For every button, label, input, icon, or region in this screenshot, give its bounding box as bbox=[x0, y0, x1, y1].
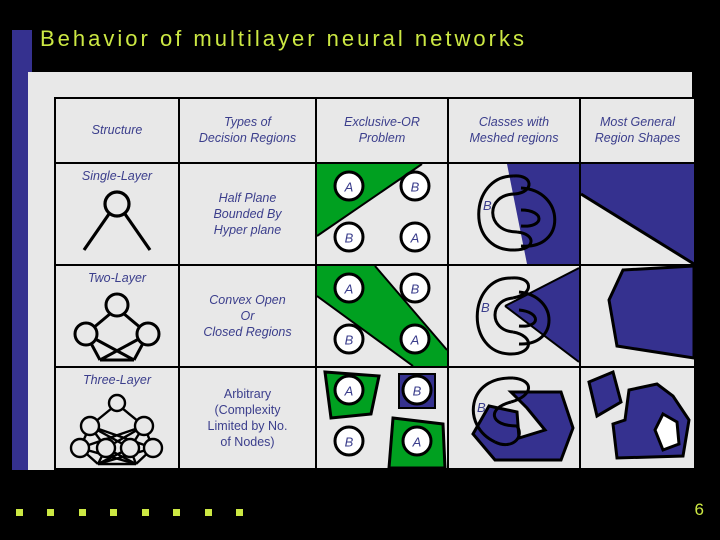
bullet-dot bbox=[141, 509, 149, 516]
meshed-label: B bbox=[481, 300, 490, 315]
cell-xor-three-layer: A B B A bbox=[315, 366, 449, 470]
column-header-meshed-classes: Classes with Meshed regions bbox=[447, 97, 581, 164]
xor-label: B bbox=[345, 231, 354, 246]
cell-general-shapes-two-layer bbox=[579, 264, 696, 368]
cell-decision-regions-single-layer: Half Plane Bounded By Hyper plane bbox=[178, 162, 317, 266]
convex-polygon-region-graphic bbox=[582, 267, 693, 365]
meshed-regions-arbitrary-spiral-graphic: B bbox=[450, 369, 578, 467]
half-plane-diagonal-split-graphic: A B B A bbox=[318, 165, 446, 263]
cell-structure-three-layer: Three-Layer bbox=[54, 366, 180, 470]
cell-xor-single-layer: A B B A bbox=[315, 162, 449, 266]
xor-label: B bbox=[411, 180, 420, 195]
desc-line: (Complexity bbox=[214, 403, 281, 417]
cell-xor-two-layer: A B B A bbox=[315, 264, 449, 368]
xor-label: A bbox=[344, 282, 354, 297]
cell-general-shapes-single-layer bbox=[579, 162, 696, 266]
arbitrary-disjoint-regions-with-hole-graphic bbox=[582, 369, 693, 467]
cell-decision-regions-two-layer: Convex Open Or Closed Regions bbox=[178, 264, 317, 368]
structure-label: Single-Layer bbox=[81, 169, 153, 183]
structure-label: Three-Layer bbox=[82, 373, 152, 387]
single-layer-perceptron-icon bbox=[56, 188, 178, 263]
bullet-dot bbox=[236, 509, 244, 516]
desc-line: Hyper plane bbox=[213, 223, 282, 237]
table-header-row: Structure Types of Decision Regions Excl… bbox=[54, 97, 696, 164]
bullet-dot bbox=[173, 509, 181, 516]
bullet-dot bbox=[110, 509, 118, 516]
desc-line: Bounded By bbox=[213, 207, 282, 221]
bullet-dot bbox=[16, 509, 23, 516]
two-layer-network-icon bbox=[56, 290, 178, 367]
desc-line: Arbitrary bbox=[223, 387, 272, 401]
table-row: Single-Layer Half Plane Bounded By Hyper… bbox=[54, 162, 696, 266]
structure-cell: Two-Layer bbox=[56, 266, 178, 366]
desc-line: of Nodes) bbox=[220, 435, 275, 449]
bullet-dot bbox=[78, 509, 86, 516]
table-row: Two-Layer Convex Open Or Closed Regions … bbox=[54, 264, 696, 368]
cell-structure-single-layer: Single-Layer bbox=[54, 162, 180, 266]
three-layer-network-icon bbox=[56, 392, 178, 471]
arbitrary-polygon-regions-graphic: A B B A bbox=[318, 369, 446, 467]
header-line: Problem bbox=[358, 130, 406, 145]
structure-label: Two-Layer bbox=[87, 271, 147, 285]
xor-label: A bbox=[344, 384, 354, 399]
page-title: Behavior of multilayer neural networks bbox=[40, 26, 527, 51]
header-line: Region Shapes bbox=[594, 130, 681, 145]
page-number: 6 bbox=[694, 500, 704, 519]
header-line: Most General bbox=[599, 115, 676, 130]
xor-label: A bbox=[344, 180, 354, 195]
cell-structure-two-layer: Two-Layer bbox=[54, 264, 180, 368]
xor-label: B bbox=[413, 384, 422, 399]
cell-decision-regions-three-layer: Arbitrary (Complexity Limited by No. of … bbox=[178, 366, 317, 470]
meshed-regions-straight-boundary-graphic: B bbox=[450, 165, 578, 263]
desc-line: Closed Regions bbox=[203, 325, 292, 339]
xor-label: A bbox=[410, 231, 420, 246]
desc-line: Half Plane bbox=[218, 191, 277, 205]
column-header-structure: Structure bbox=[54, 97, 180, 164]
half-plane-region-graphic bbox=[582, 165, 693, 263]
slide-canvas: Behavior of multilayer neural networks S… bbox=[0, 0, 720, 540]
cell-meshed-three-layer: B bbox=[447, 366, 581, 470]
xor-label: A bbox=[410, 333, 420, 348]
header-line: Structure bbox=[91, 122, 143, 137]
cell-meshed-two-layer: B bbox=[447, 264, 581, 368]
table-row: Three-Layer Arbitrary (Complexity Limite… bbox=[54, 366, 696, 470]
header-line: Exclusive-OR bbox=[344, 115, 420, 130]
xor-label: B bbox=[345, 435, 354, 450]
header-line: Classes with bbox=[478, 115, 550, 130]
column-header-xor-problem: Exclusive-OR Problem bbox=[315, 97, 449, 164]
xor-label: A bbox=[412, 435, 422, 450]
bullet-dot-row bbox=[16, 503, 263, 521]
desc-line: Convex Open bbox=[209, 293, 286, 307]
header-line: Decision Regions bbox=[198, 130, 297, 145]
column-header-general-shapes: Most General Region Shapes bbox=[579, 97, 696, 164]
header-line: Types of bbox=[223, 115, 271, 130]
behavior-matrix-table: Structure Types of Decision Regions Excl… bbox=[54, 97, 696, 470]
cell-meshed-single-layer: B bbox=[447, 162, 581, 266]
cell-general-shapes-three-layer bbox=[579, 366, 696, 470]
structure-cell: Three-Layer bbox=[56, 368, 178, 468]
meshed-label: B bbox=[483, 198, 492, 213]
meshed-regions-convex-wedge-graphic: B bbox=[450, 267, 578, 365]
bullet-dot bbox=[204, 509, 212, 516]
header-line: Meshed regions bbox=[469, 130, 559, 145]
column-header-decision-regions: Types of Decision Regions bbox=[178, 97, 317, 164]
xor-label: B bbox=[411, 282, 420, 297]
desc-line: Or bbox=[240, 309, 255, 323]
bullet-dot bbox=[47, 509, 55, 516]
desc-line: Limited by No. bbox=[207, 419, 288, 433]
convex-diagonal-band-graphic: A B B A bbox=[318, 267, 446, 365]
meshed-label: B bbox=[477, 400, 486, 415]
structure-cell: Single-Layer bbox=[56, 164, 178, 264]
xor-label: B bbox=[345, 333, 354, 348]
